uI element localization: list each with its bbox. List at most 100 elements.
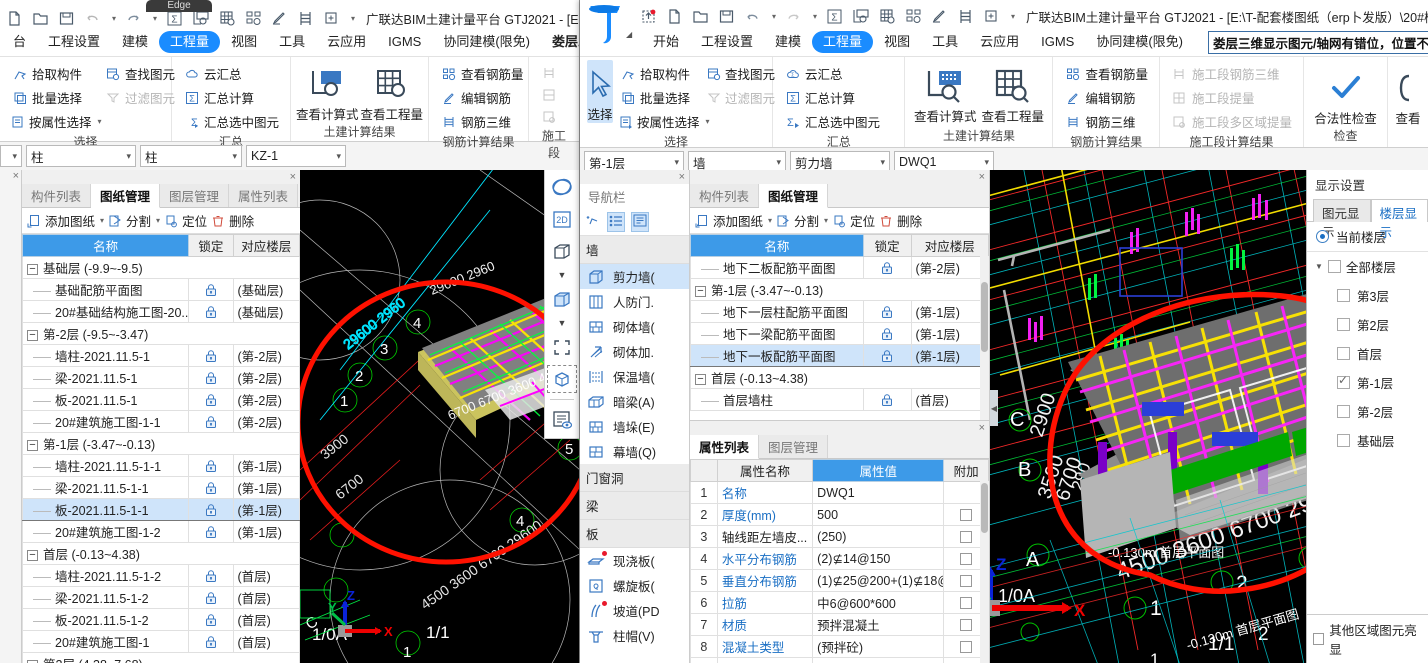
row-lock[interactable] <box>188 586 234 609</box>
sum-calc-button-back[interactable]: Σ 汇总计算 <box>179 86 283 109</box>
nav-item-0-6[interactable]: 墙垛(E) <box>580 414 689 439</box>
nav-item-0-7[interactable]: 幕墙(Q) <box>580 439 689 464</box>
tab-floor-display[interactable]: 楼层显示 <box>1370 199 1428 240</box>
table-row[interactable]: 1 名称 DWQ1 <box>690 481 989 504</box>
nav-item-3-1[interactable]: 螺旋板( <box>580 573 689 598</box>
table-row[interactable]: 20#建筑施工图-1-1 (第-2层) <box>22 410 300 433</box>
edge-browser-tab[interactable]: Edge <box>146 0 212 12</box>
collapse-icon[interactable]: − <box>27 440 38 452</box>
edit-rebar-icon[interactable] <box>931 6 948 27</box>
lock-icon[interactable] <box>204 371 218 385</box>
locate-button[interactable]: 定位 <box>831 211 875 230</box>
row-lock[interactable] <box>188 388 234 411</box>
cad-viewport-back[interactable]: 12 34 54 1/0A 1/1 1 C 3900 6700 4500 360… <box>300 170 579 663</box>
row-lock[interactable] <box>188 300 234 323</box>
menu-item-2[interactable]: 建模 <box>111 31 159 53</box>
sum-calc-button[interactable]: Σ 汇总计算 <box>780 86 884 109</box>
table-row[interactable]: 梁-2021.11.5-1-2 (首层) <box>22 586 300 609</box>
undo-icon[interactable] <box>744 6 761 27</box>
view-quantity-icon[interactable] <box>879 6 896 27</box>
table-row[interactable]: 板-2021.11.5-1 (第-2层) <box>22 388 300 411</box>
chevron-down-icon[interactable]: ▼ <box>547 317 577 329</box>
element-display-icon[interactable] <box>547 406 577 434</box>
collapse-icon[interactable]: − <box>27 550 38 562</box>
floor-checkbox[interactable] <box>1337 289 1350 302</box>
view-2d-icon[interactable]: 2D <box>547 205 577 233</box>
table-row[interactable]: 板-2021.11.5-1-1 (第-1层) <box>22 498 300 521</box>
chevron-down-icon[interactable]: ▾ <box>772 157 781 168</box>
table-row[interactable]: 20#建筑施工图-1-2 (第-1层) <box>22 520 300 543</box>
edit-rebar-button-back[interactable]: 编辑钢筋 <box>436 86 528 109</box>
tab-property-list-back[interactable]: 属性列表 <box>229 184 299 207</box>
chevron-down-icon[interactable]: ▼ <box>1315 262 1323 271</box>
lock-icon[interactable] <box>204 481 218 495</box>
row-lock[interactable] <box>188 278 234 301</box>
undo-caret-icon[interactable]: ▾ <box>772 12 776 21</box>
find-element-button[interactable]: 查找图元 <box>703 62 777 85</box>
chevron-down-icon[interactable]: ▾ <box>670 157 679 168</box>
row-prop-value[interactable]: 中6@600*600 <box>812 591 945 614</box>
new-file-icon[interactable] <box>666 6 683 27</box>
row-lock[interactable] <box>188 564 234 587</box>
view-rebar-qty-button[interactable]: 查看钢筋量 <box>1060 62 1152 85</box>
close-icon[interactable]: × <box>979 422 985 434</box>
lock-icon[interactable] <box>204 503 218 517</box>
add-nav-icon[interactable] <box>586 213 601 231</box>
lock-icon[interactable] <box>880 327 894 341</box>
chevron-down-icon[interactable]: ▾ <box>980 157 989 168</box>
close-icon[interactable]: × <box>290 171 296 183</box>
table-row[interactable]: − 首层 (-0.13~4.38) <box>22 542 300 565</box>
isolate-element-icon[interactable] <box>547 365 577 393</box>
locate-button-back[interactable]: 定位 <box>163 211 207 230</box>
menu-item-4[interactable]: 视图 <box>220 31 268 53</box>
nav-item-0-4[interactable]: 保温墙( <box>580 364 689 389</box>
menu-item-1[interactable]: 工程设置 <box>37 31 111 53</box>
tab-drawing-mgmt[interactable]: 图纸管理 <box>759 184 829 208</box>
view-formula-icon[interactable] <box>852 6 870 27</box>
lock-icon[interactable] <box>880 393 894 407</box>
add-drawing-button-back[interactable]: 添加图纸 ▾ <box>26 211 104 230</box>
lock-icon[interactable] <box>204 349 218 363</box>
close-icon[interactable]: × <box>679 171 685 183</box>
redo-icon[interactable] <box>785 6 802 27</box>
tab-layer-mgmt-back[interactable]: 图层管理 <box>160 184 230 207</box>
table-row[interactable]: 首层墙柱 (首层) <box>690 388 989 411</box>
attach-checkbox[interactable] <box>960 641 973 654</box>
chevron-down-icon[interactable]: ▾ <box>100 216 104 225</box>
lock-icon[interactable] <box>880 305 894 319</box>
nav-item-0-5[interactable]: 暗梁(A) <box>580 389 689 414</box>
row-prop-value[interactable]: (2)⊈14@150 <box>812 547 945 570</box>
list-view-icon[interactable] <box>607 212 625 232</box>
view-3d-wire-icon[interactable] <box>547 237 577 265</box>
cloud-sum-button-back[interactable]: 云汇总 <box>179 62 283 85</box>
menu-item-igms[interactable]: IGMS <box>1030 31 1085 53</box>
floor-row-0[interactable]: 第3层 <box>1307 281 1428 310</box>
orbit-icon[interactable] <box>547 173 577 201</box>
menu-item-8[interactable]: 协同建模(限免) <box>432 31 541 53</box>
attach-checkbox[interactable] <box>960 597 973 610</box>
chevron-down-icon[interactable]: ▾ <box>332 151 341 162</box>
table-row[interactable]: 3 轴线距左墙皮... (250) <box>690 525 989 548</box>
new-file-icon[interactable] <box>6 8 23 29</box>
lock-icon[interactable] <box>204 569 218 583</box>
view-rebar-qty-button-back[interactable]: 查看钢筋量 <box>436 62 528 85</box>
add-drawing-button[interactable]: 添加图纸 ▾ <box>694 211 772 230</box>
row-lock[interactable] <box>188 630 234 653</box>
view-formula-button-back[interactable]: 查看计算式 <box>296 60 359 123</box>
lock-icon[interactable] <box>204 305 218 319</box>
menu-item-7[interactable]: IGMS <box>377 31 432 53</box>
row-lock[interactable] <box>188 476 234 499</box>
menu-item-5[interactable]: 工具 <box>268 31 316 53</box>
row-lock[interactable] <box>862 256 912 279</box>
view-quantity-button-back[interactable]: 查看工程量 <box>361 60 423 123</box>
collapse-icon[interactable]: − <box>27 330 38 342</box>
chevron-down-icon[interactable]: ▼ <box>547 269 577 281</box>
menu-item-6[interactable]: 云应用 <box>316 31 377 53</box>
logo-caret-icon[interactable]: ◢ <box>626 30 632 39</box>
rebar-3d-button-back[interactable]: 钢筋三维 <box>436 110 528 133</box>
delete-button[interactable]: 删除 <box>878 211 922 230</box>
chevron-down-icon[interactable]: ▾ <box>8 151 17 162</box>
undo-icon[interactable] <box>84 8 101 29</box>
all-floors-row[interactable]: ▼ 全部楼层 <box>1307 252 1428 281</box>
rebar-3d-icon[interactable] <box>957 6 974 27</box>
